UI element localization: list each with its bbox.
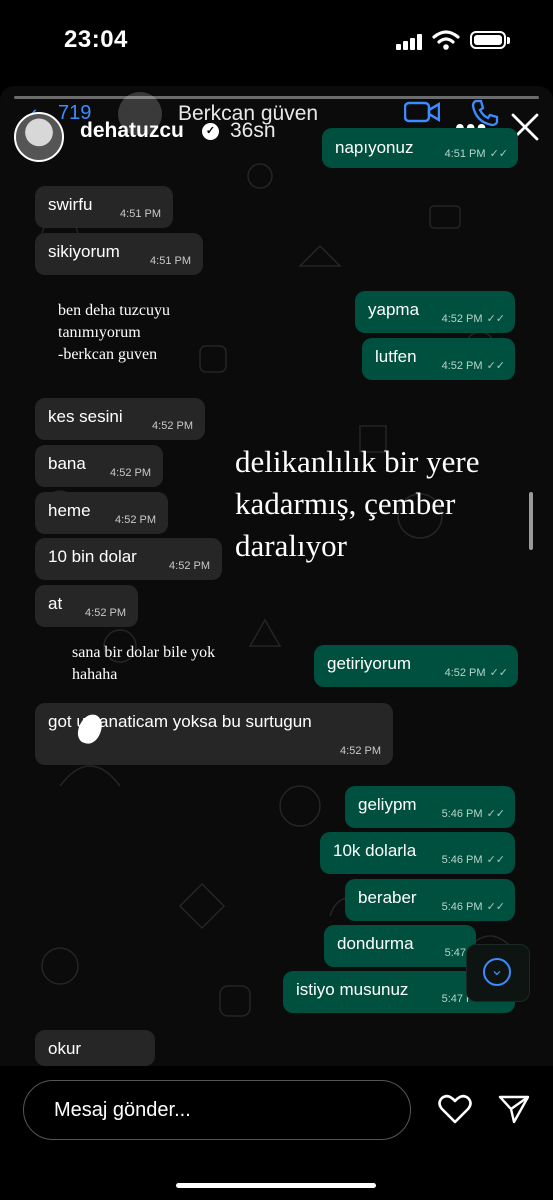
message-bubble: bana 4:52 PM — [35, 445, 163, 487]
message-bubble: sikiyorum 4:51 PM — [35, 233, 203, 275]
status-time: 23:04 — [64, 26, 128, 53]
scroll-down-button[interactable]: ⌄ — [466, 944, 530, 1002]
story-text-overlay: delikanlılık bir yere kadarmış, çember dar… — [235, 444, 480, 563]
scrollbar[interactable] — [529, 492, 533, 550]
message-bubble: 10k dolarla 5:46 PM ✓✓ — [320, 832, 515, 874]
home-indicator — [176, 1183, 376, 1188]
post-time: 36sn — [230, 119, 276, 142]
message-input[interactable]: Mesaj gönder... — [23, 1080, 411, 1140]
video-call-icon — [404, 101, 440, 123]
story-caption: sana bir dolar bile yok hahaha — [72, 644, 216, 683]
username[interactable]: dehatuzcu — [80, 119, 184, 143]
message-bubble: kes sesini 4:52 PM — [35, 398, 205, 440]
battery-icon — [470, 31, 510, 49]
message-bubble: getiriyorum 4:52 PM ✓✓ — [314, 645, 518, 687]
message-placeholder: Mesaj gönder... — [54, 1099, 191, 1121]
message-bubble: heme 4:52 PM — [35, 492, 168, 534]
message-bubble: 10 bin dolar 4:52 PM — [35, 538, 222, 580]
message-bubble: okur — [35, 1030, 155, 1066]
message-bubble: at 4:52 PM — [35, 585, 138, 627]
message-bubble: yapma 4:52 PM ✓✓ — [355, 291, 515, 333]
wifi-icon — [432, 30, 460, 50]
message-bubble: beraber 5:46 PM ✓✓ — [345, 879, 515, 921]
message-bubble: dondurma 5:47 — [324, 925, 476, 967]
signal-icon — [396, 34, 424, 50]
heart-icon[interactable] — [438, 1094, 472, 1124]
message-bubble: napıyonuz 4:51 PM ✓✓ — [322, 128, 518, 168]
status-bar: 23:04 — [0, 0, 553, 80]
story-caption: ben deha tuzcuyu tanımıyorum -berkcan guve… — [58, 302, 170, 363]
send-icon[interactable] — [498, 1094, 530, 1124]
message-bubble: geliypm 5:46 PM ✓✓ — [345, 786, 515, 828]
story-progress-bar — [14, 96, 539, 99]
verified-icon: ✓ — [202, 123, 219, 140]
scroll-down-icon: ⌄ — [483, 958, 511, 986]
message-bubble: swirfu 4:51 PM — [35, 186, 173, 228]
user-avatar[interactable] — [14, 112, 64, 162]
message-bubble: lutfen 4:52 PM ✓✓ — [362, 338, 515, 380]
